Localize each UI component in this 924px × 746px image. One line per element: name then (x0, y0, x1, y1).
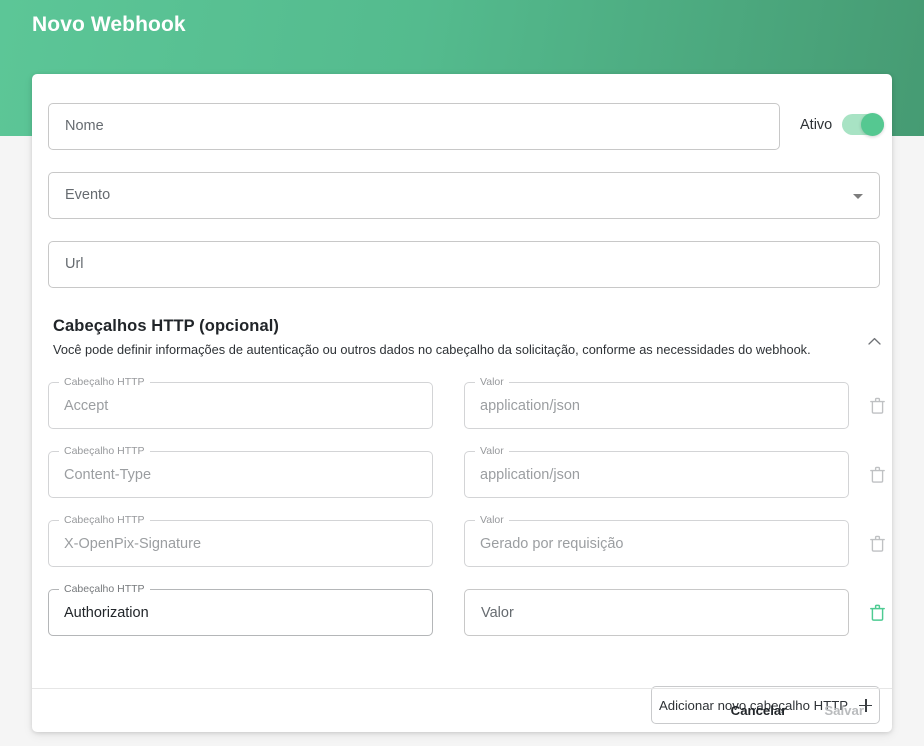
header-value-input[interactable]: Valor (464, 589, 849, 636)
ativo-toggle-switch[interactable] (842, 113, 885, 136)
trash-icon[interactable] (864, 599, 890, 625)
header-value-value: Gerado por requisição (480, 535, 624, 552)
webhook-form-body: Nome Ativo Evento Url Cabeçalhos HTTP (o… (32, 74, 892, 724)
header-key-input[interactable]: Cabeçalho HTTP X-OpenPix-Signature (48, 513, 433, 567)
url-input[interactable]: Url (48, 241, 880, 288)
ativo-toggle-thumb (861, 113, 885, 136)
cancel-button[interactable]: Cancelar (717, 696, 801, 725)
header-key-value: Content-Type (64, 466, 152, 483)
header-key-input[interactable]: Cabeçalho HTTP Accept (48, 375, 433, 429)
nome-input[interactable]: Nome (48, 103, 780, 150)
trash-icon (864, 530, 890, 556)
header-value-value: application/json (480, 466, 580, 483)
url-placeholder: Url (65, 256, 84, 273)
header-value-input[interactable]: Valor application/json (464, 444, 849, 498)
header-key-input[interactable]: Cabeçalho HTTP Content-Type (48, 444, 433, 498)
trash-icon (864, 461, 890, 487)
http-header-row: Cabeçalho HTTP Content-Type Valor applic… (32, 444, 892, 498)
ativo-toggle-group[interactable]: Ativo (800, 113, 885, 136)
save-button: Salvar (810, 696, 878, 725)
nome-placeholder: Nome (65, 118, 104, 135)
dropdown-arrow-icon (853, 193, 863, 199)
http-header-row: Cabeçalho HTTP X-OpenPix-Signature Valor… (32, 513, 892, 567)
header-value-input[interactable]: Valor application/json (464, 375, 849, 429)
page-title: Novo Webhook (32, 13, 186, 36)
ativo-label: Ativo (800, 116, 833, 133)
webhook-form-card: Nome Ativo Evento Url Cabeçalhos HTTP (o… (32, 74, 892, 732)
header-key-value: X-OpenPix-Signature (64, 535, 202, 552)
http-header-row: Cabeçalho HTTP Authorization Valor (32, 582, 892, 636)
evento-placeholder: Evento (65, 187, 111, 204)
header-key-value: Authorization (64, 604, 149, 621)
header-key-value: Accept (64, 397, 109, 414)
card-footer: Cancelar Salvar (32, 688, 892, 732)
headers-section-title: Cabeçalhos HTTP (opcional) (53, 317, 279, 335)
chevron-up-icon[interactable] (860, 327, 888, 355)
header-key-input[interactable]: Cabeçalho HTTP Authorization (48, 582, 433, 636)
header-value-value: application/json (480, 397, 580, 414)
header-value-placeholder: Valor (481, 604, 514, 621)
header-value-input[interactable]: Valor Gerado por requisição (464, 513, 849, 567)
http-header-row: Cabeçalho HTTP Accept Valor application/… (32, 375, 892, 429)
headers-section-description: Você pode definir informações de autenti… (53, 342, 811, 357)
trash-icon (864, 392, 890, 418)
evento-select[interactable]: Evento (48, 172, 880, 219)
